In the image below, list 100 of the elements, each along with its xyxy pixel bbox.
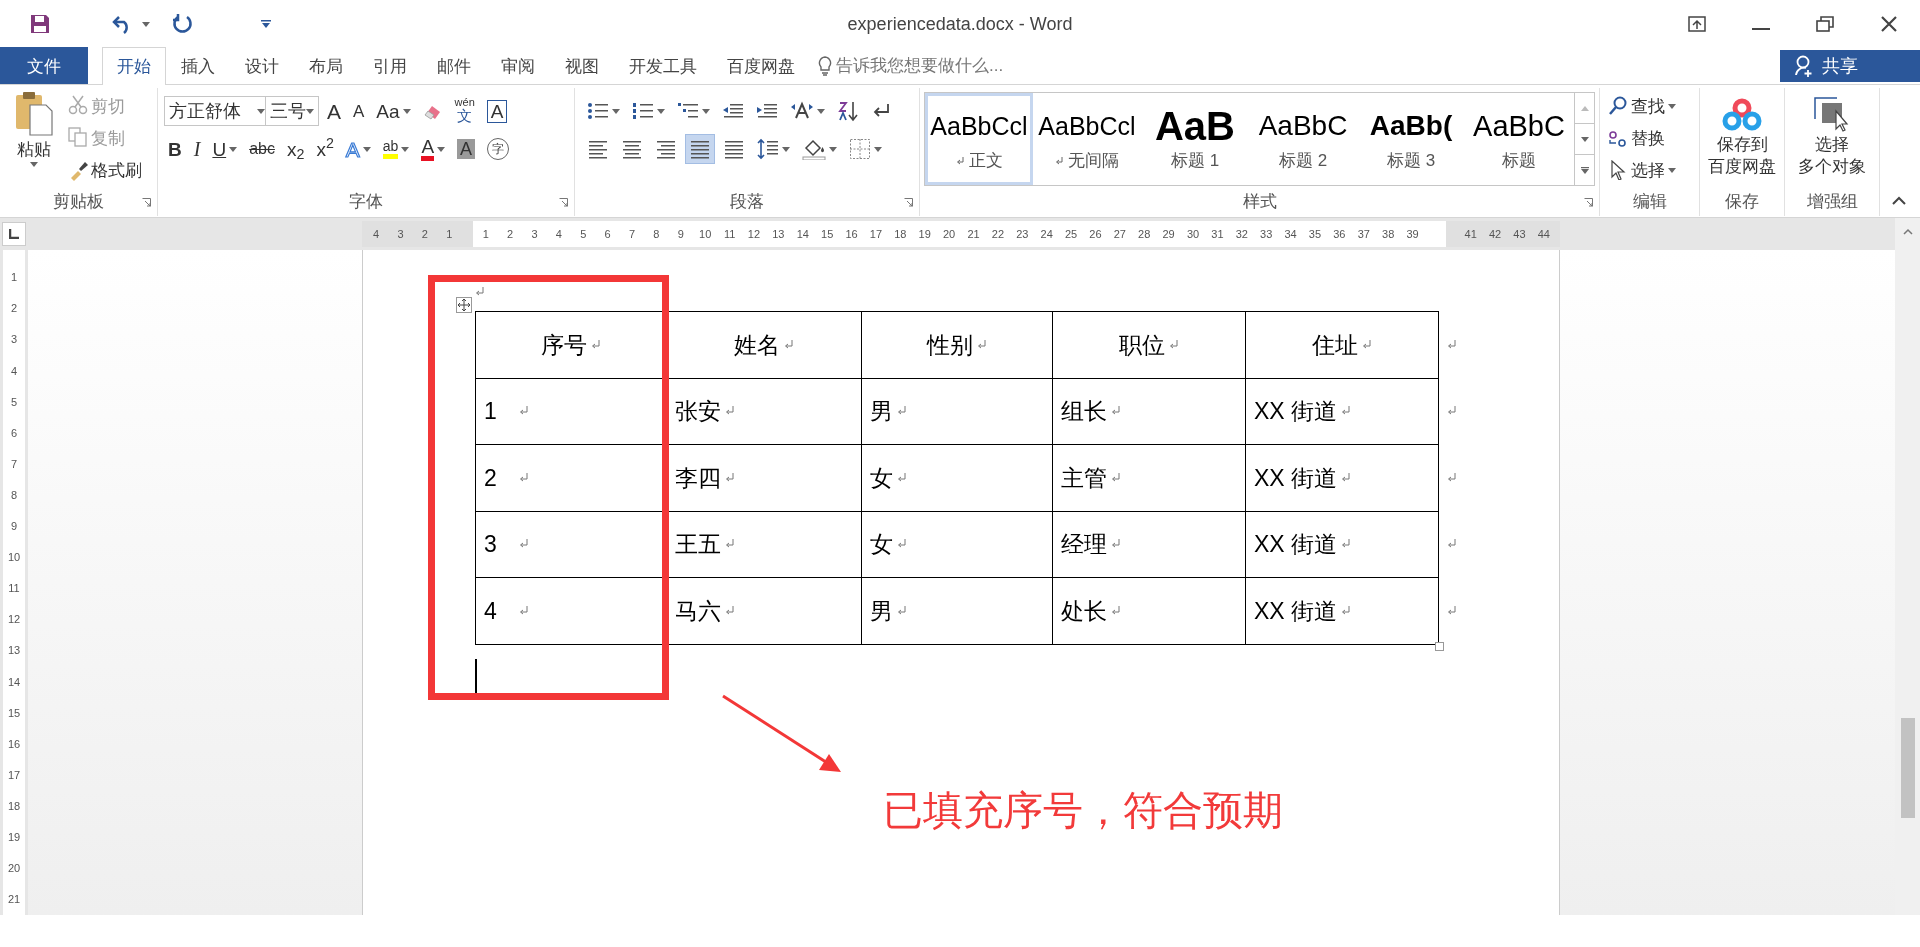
style-gallery-item[interactable]: AaBbC 标题 2 bbox=[1249, 93, 1357, 185]
caret-icon[interactable] bbox=[437, 146, 446, 152]
tell-me-search[interactable]: 告诉我您想要做什么... bbox=[836, 52, 1004, 79]
save-icon[interactable] bbox=[30, 14, 50, 34]
style-gallery-item[interactable]: AaB 标题 1 bbox=[1141, 93, 1249, 185]
restore-icon[interactable] bbox=[1816, 16, 1834, 32]
phonetic-guide-button[interactable]: wén 文 bbox=[450, 96, 479, 126]
style-gallery-item[interactable]: AaBb( 标题 3 bbox=[1357, 93, 1465, 185]
ribbon-tab[interactable]: 开发工具 bbox=[614, 47, 712, 84]
character-shading-button[interactable]: A bbox=[453, 134, 480, 164]
scroll-bar[interactable] bbox=[1895, 218, 1920, 915]
underline-button[interactable]: U bbox=[208, 134, 242, 164]
shrink-font-button[interactable]: A bbox=[349, 96, 369, 126]
paragraph-mark-icon bbox=[1111, 406, 1121, 417]
table-cell-text: 1 bbox=[484, 397, 497, 426]
style-gallery-item[interactable]: AaBbCcl 正文 bbox=[925, 93, 1033, 185]
caret-icon[interactable] bbox=[702, 108, 710, 114]
group-label: 样式 bbox=[1242, 191, 1277, 213]
ribbon-tab[interactable]: 视图 bbox=[550, 47, 614, 84]
caret-icon[interactable] bbox=[257, 108, 265, 114]
caret-icon[interactable] bbox=[874, 146, 882, 152]
column-header: 序号 bbox=[541, 330, 587, 360]
ribbon-tab[interactable]: 开始 bbox=[102, 47, 166, 85]
dialog-launcher-icon[interactable] bbox=[904, 198, 913, 207]
ruler-number: 2 bbox=[9, 301, 19, 317]
ribbon-tab[interactable]: 百度网盘 bbox=[712, 47, 810, 84]
ribbon-tab[interactable]: 审阅 bbox=[486, 47, 550, 84]
dialog-launcher-icon[interactable] bbox=[1584, 198, 1593, 207]
annotation-text: 已填充序号，符合预期 bbox=[883, 787, 1283, 834]
script-button[interactable]: x$_{2}$ bbox=[282, 134, 309, 164]
ribbon-tab[interactable]: 邮件 bbox=[422, 47, 486, 84]
caret-icon[interactable] bbox=[401, 146, 410, 152]
person-add-icon[interactable] bbox=[1794, 55, 1814, 77]
caret-icon[interactable] bbox=[657, 108, 665, 114]
change-case-button[interactable]: Aa bbox=[372, 96, 415, 126]
ribbon-tab[interactable]: 设计 bbox=[230, 47, 294, 84]
customize-icon[interactable] bbox=[261, 20, 271, 28]
ruler-number: 31 bbox=[1210, 227, 1225, 242]
share-button[interactable]: 共享 bbox=[1780, 50, 1920, 82]
group-label: 编辑 bbox=[1632, 191, 1667, 213]
ribbon-display-icon[interactable] bbox=[1688, 16, 1706, 32]
table-move-handle-icon[interactable] bbox=[456, 297, 472, 313]
ribbon-tab[interactable]: 布局 bbox=[294, 47, 358, 84]
editing-button[interactable]: 查找 bbox=[1604, 95, 1680, 117]
caret-icon[interactable] bbox=[306, 108, 314, 114]
italic-button[interactable]: I bbox=[189, 134, 205, 164]
caret-icon[interactable] bbox=[1668, 103, 1676, 109]
collapse-ribbon-icon[interactable] bbox=[1892, 196, 1906, 205]
dialog-launcher-icon[interactable] bbox=[142, 198, 151, 207]
bold-button[interactable]: B bbox=[164, 134, 186, 164]
style-gallery-item[interactable]: AaBbCcl 无间隔 bbox=[1033, 93, 1141, 185]
caret-icon[interactable] bbox=[612, 108, 620, 114]
editing-button[interactable]: 选择 bbox=[1604, 159, 1680, 181]
expand-icon[interactable] bbox=[1580, 166, 1589, 174]
strikethrough-button[interactable]: abc bbox=[245, 134, 279, 164]
ruler-number: 27 bbox=[1112, 227, 1127, 242]
caret-icon[interactable] bbox=[782, 146, 790, 152]
align-justify-button[interactable] bbox=[685, 134, 715, 164]
dialog-launcher-icon[interactable] bbox=[559, 198, 568, 207]
grow-font-button[interactable]: A bbox=[323, 96, 345, 126]
lightbulb-icon[interactable] bbox=[818, 55, 832, 76]
caret-icon[interactable] bbox=[817, 108, 825, 114]
select-objects-button[interactable]: 选择 多个对象 bbox=[1789, 90, 1875, 190]
scroll-thumb[interactable] bbox=[1900, 718, 1915, 818]
paste-button[interactable]: 粘贴 bbox=[4, 90, 64, 190]
ribbon-tab[interactable]: 插入 bbox=[166, 47, 230, 84]
clipboard-icon[interactable] bbox=[14, 91, 54, 137]
table-cell-text: 处长 bbox=[1061, 596, 1107, 626]
caret-icon[interactable] bbox=[30, 162, 38, 167]
caret-icon[interactable] bbox=[402, 108, 411, 114]
script-button[interactable]: x$^{2}$ bbox=[312, 134, 338, 164]
ruler-number: 19 bbox=[917, 227, 932, 242]
multilevel-list-icon bbox=[677, 101, 699, 121]
caret-icon[interactable] bbox=[1668, 167, 1676, 173]
highlight-button[interactable]: ab bbox=[378, 134, 414, 164]
editing-button[interactable]: 替换 bbox=[1604, 127, 1680, 149]
group-label: 剪贴板 bbox=[53, 191, 104, 213]
clipboard-button[interactable]: 格式刷 bbox=[64, 158, 146, 182]
font-color-button[interactable]: A bbox=[417, 134, 450, 164]
ribbon-tab[interactable]: 文件 bbox=[0, 47, 88, 84]
caret-icon[interactable] bbox=[829, 146, 837, 152]
ruler-number: 6 bbox=[603, 227, 612, 242]
table-resize-handle-icon[interactable] bbox=[1435, 642, 1444, 651]
caret-icon[interactable] bbox=[362, 146, 371, 152]
caret-icon[interactable] bbox=[229, 146, 238, 152]
scroll-down-icon[interactable] bbox=[1580, 136, 1589, 142]
save-to-cloud-button[interactable]: 保存到 百度网盘 bbox=[1704, 90, 1780, 190]
close-icon[interactable] bbox=[1880, 15, 1898, 33]
ribbon-tab[interactable]: 引用 bbox=[358, 47, 422, 84]
ruler-number: 9 bbox=[9, 519, 19, 535]
font-size-dropdown[interactable]: 三号 bbox=[265, 96, 319, 126]
scroll-up-icon[interactable] bbox=[1902, 228, 1913, 235]
style-gallery-item[interactable]: AaBbC 标题 bbox=[1465, 93, 1573, 185]
cloud-icon bbox=[1722, 97, 1762, 133]
tab-selector[interactable] bbox=[2, 222, 26, 246]
caret-icon[interactable] bbox=[142, 21, 150, 27]
paragraph-mark-icon bbox=[725, 472, 735, 483]
redo-icon[interactable] bbox=[172, 13, 194, 35]
ruler-number: 21 bbox=[966, 227, 981, 242]
group-label: 字体 bbox=[349, 191, 383, 213]
